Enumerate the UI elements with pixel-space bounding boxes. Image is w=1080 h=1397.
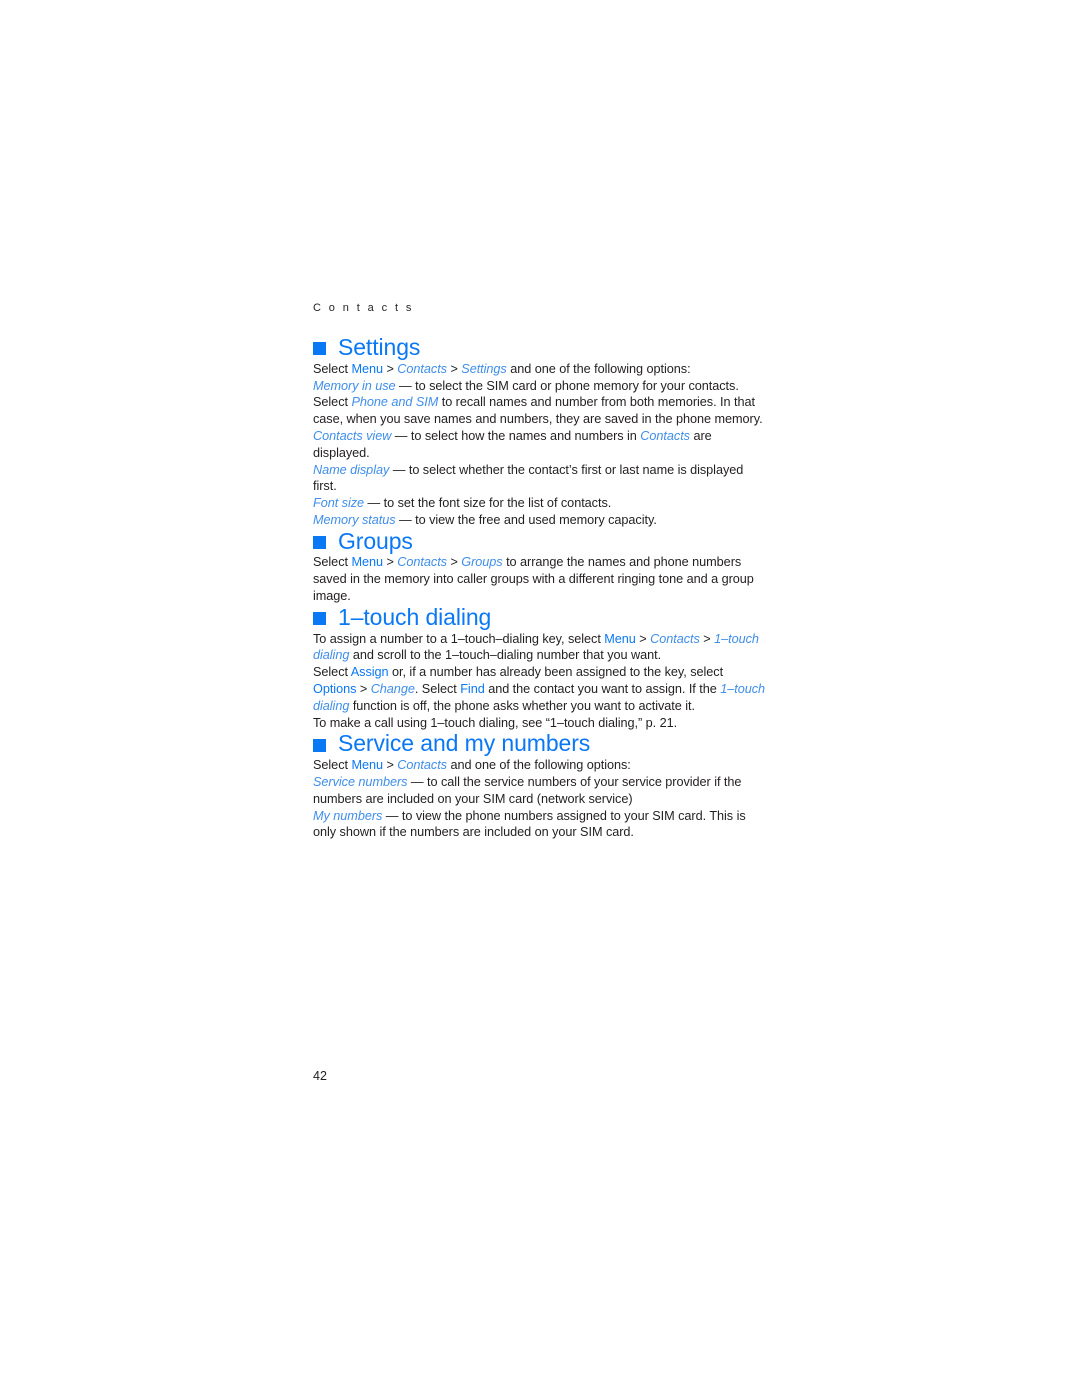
text-run: and one of the following options: xyxy=(446,758,631,773)
ui-item-phone-and-sim: Phone and SIM xyxy=(351,395,439,410)
text-run: — to select how the names and numbers in xyxy=(391,428,641,443)
text-run: > xyxy=(382,758,398,773)
section-heading-settings: Settings xyxy=(313,334,769,361)
filled-square-bullet-icon xyxy=(313,738,326,752)
text-run: > xyxy=(446,361,462,376)
one-touch-paragraph-3: To make a call using 1–touch dialing, se… xyxy=(313,715,678,730)
service-intro-paragraph: Select Menu > Contacts and one of the fo… xyxy=(313,757,769,774)
one-touch-paragraph-1: To assign a number to a 1–touch–dialing … xyxy=(313,631,769,665)
ui-item-my-numbers: My numbers xyxy=(313,808,383,823)
page-content: C o n t a c t s Settings Select Menu > C… xyxy=(313,303,769,841)
service-option-service-numbers: Service numbers — to call the service nu… xyxy=(313,774,769,808)
text-run: Select xyxy=(313,555,352,570)
text-run: Select xyxy=(313,758,352,773)
section-heading-service-and-my-numbers: Service and my numbers xyxy=(313,731,769,757)
ui-term-assign: Assign xyxy=(350,665,389,680)
text-run: > xyxy=(699,631,715,646)
text-run: — to view the free and used memory capac… xyxy=(395,512,657,527)
filled-square-bullet-icon xyxy=(313,342,326,356)
text-run: Select xyxy=(313,665,351,680)
ui-item-settings: Settings xyxy=(461,361,507,376)
ui-item-contacts: Contacts xyxy=(397,361,447,376)
text-run: and scroll to the 1–touch–dialing number… xyxy=(349,648,662,663)
ui-item-contacts-view: Contacts view xyxy=(313,428,392,443)
ui-item-contacts: Contacts xyxy=(397,758,447,773)
section-heading-settings-label: Settings xyxy=(338,334,421,360)
text-run: and one of the following options: xyxy=(506,361,691,376)
filled-square-bullet-icon xyxy=(313,536,326,550)
settings-option-memory-in-use: Memory in use — to select the SIM card o… xyxy=(313,378,769,428)
section-heading-one-touch-dialing: 1–touch dialing xyxy=(313,603,769,631)
ui-item-contacts: Contacts xyxy=(640,428,690,443)
text-run: > xyxy=(382,361,398,376)
settings-option-memory-status: Memory status — to view the free and use… xyxy=(313,512,769,529)
service-option-my-numbers: My numbers — to view the phone numbers a… xyxy=(313,808,769,842)
text-run: — to set the font size for the list of c… xyxy=(364,496,612,511)
text-run: > xyxy=(635,631,651,646)
ui-term-menu: Menu xyxy=(604,631,636,646)
section-heading-groups-label: Groups xyxy=(338,527,413,554)
settings-option-name-display: Name display — to select whether the con… xyxy=(313,462,769,496)
ui-term-menu: Menu xyxy=(351,361,383,376)
text-run: function is off, the phone asks whether … xyxy=(349,698,695,713)
ui-item-groups: Groups xyxy=(461,555,503,570)
ui-item-name-display: Name display xyxy=(313,462,390,477)
text-run: To assign a number to a 1–touch–dialing … xyxy=(313,631,605,646)
ui-term-options: Options xyxy=(313,682,357,696)
running-head: C o n t a c t s xyxy=(313,302,414,314)
text-run: and the contact you want to assign. If t… xyxy=(484,682,721,696)
page-number: 42 xyxy=(313,1069,327,1083)
one-touch-paragraph-2: Select Assign or, if a number has alread… xyxy=(313,664,769,714)
text-run: > xyxy=(356,682,371,696)
section-heading-service-and-my-numbers-label: Service and my numbers xyxy=(338,730,591,757)
ui-item-contacts: Contacts xyxy=(650,631,700,646)
text-run: or, if a number has already been assigne… xyxy=(388,665,724,680)
ui-item-service-numbers: Service numbers xyxy=(313,774,408,789)
settings-option-font-size: Font size — to set the font size for the… xyxy=(313,495,769,512)
ui-term-menu: Menu xyxy=(351,758,383,773)
groups-intro-paragraph: Select Menu > Contacts > Groups to arran… xyxy=(313,554,769,604)
ui-item-contacts: Contacts xyxy=(397,555,447,570)
text-run: > xyxy=(382,555,398,570)
settings-option-contacts-view: Contacts view — to select how the names … xyxy=(313,428,769,462)
ui-term-find: Find xyxy=(460,682,485,696)
text-run: . Select xyxy=(414,682,461,696)
section-heading-groups: Groups xyxy=(313,527,769,555)
text-run: > xyxy=(446,555,462,570)
text-run: Select xyxy=(313,361,352,376)
section-heading-one-touch-dialing-label: 1–touch dialing xyxy=(338,603,492,630)
ui-item-change: Change xyxy=(370,682,415,696)
manual-page: C o n t a c t s Settings Select Menu > C… xyxy=(0,0,1080,1397)
filled-square-bullet-icon xyxy=(313,612,326,626)
ui-term-menu: Menu xyxy=(351,555,383,570)
ui-item-font-size: Font size xyxy=(313,496,365,511)
ui-item-memory-status: Memory status xyxy=(313,512,396,527)
ui-item-memory-in-use: Memory in use xyxy=(313,378,396,393)
settings-intro-paragraph: Select Menu > Contacts > Settings and on… xyxy=(313,361,769,378)
